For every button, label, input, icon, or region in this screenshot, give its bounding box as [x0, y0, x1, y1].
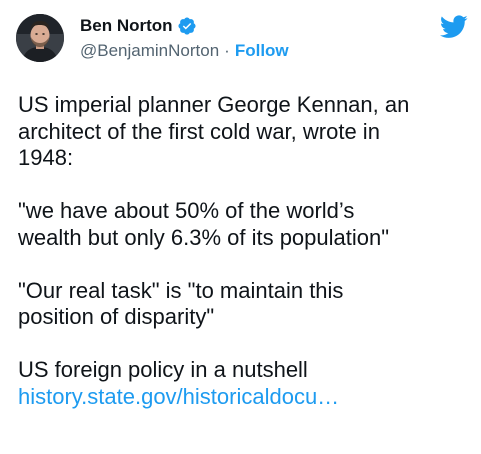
tweet-paragraph: US imperial planner George Kennan, an ar… [18, 92, 410, 170]
tweet-card: Ben Norton @BenjaminNorton · Follow US i… [0, 0, 481, 454]
handle-row: @BenjaminNorton · Follow [80, 38, 289, 64]
twitter-bird-icon[interactable] [440, 15, 468, 39]
separator-dot: · [224, 41, 230, 60]
source-link[interactable]: history.state.gov/historicaldocu… [18, 384, 339, 409]
person-avatar-icon [16, 14, 64, 62]
author-info: Ben Norton @BenjaminNorton · Follow [80, 14, 289, 64]
follow-button[interactable]: Follow [235, 41, 289, 61]
avatar[interactable] [16, 14, 64, 62]
author-handle[interactable]: @BenjaminNorton [80, 41, 219, 61]
tweet-paragraph: US foreign policy in a nutshell history.… [18, 357, 340, 409]
tweet-text: US imperial planner George Kennan, an ar… [18, 92, 473, 410]
author-name[interactable]: Ben Norton [80, 16, 173, 36]
name-row: Ben Norton [80, 14, 289, 38]
tweet-quote: "we have about 50% of the world’s wealth… [18, 198, 390, 250]
tweet-quote: "Our real task" is "to maintain this pos… [18, 277, 344, 330]
verified-badge-icon [178, 17, 196, 35]
